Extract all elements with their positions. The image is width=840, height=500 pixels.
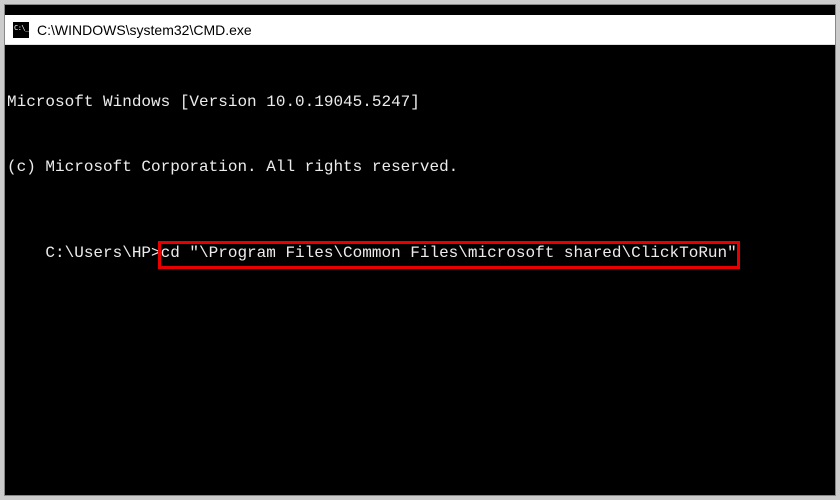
crop-artifact: [5, 5, 835, 15]
titlebar[interactable]: C:\WINDOWS\system32\CMD.exe: [5, 15, 835, 45]
cmd-icon: [13, 22, 29, 38]
prompt-line: C:\Users\HP>cd "\Program Files\Common Fi…: [45, 243, 736, 265]
prompt-text: C:\Users\HP>: [45, 244, 160, 262]
terminal-area[interactable]: Microsoft Windows [Version 10.0.19045.52…: [5, 45, 835, 495]
copyright-line: (c) Microsoft Corporation. All rights re…: [7, 157, 835, 179]
window-title: C:\WINDOWS\system32\CMD.exe: [37, 22, 252, 38]
version-line: Microsoft Windows [Version 10.0.19045.52…: [7, 92, 835, 114]
command-text: cd "\Program Files\Common Files\microsof…: [161, 244, 737, 262]
cmd-window: C:\WINDOWS\system32\CMD.exe Microsoft Wi…: [4, 4, 836, 496]
